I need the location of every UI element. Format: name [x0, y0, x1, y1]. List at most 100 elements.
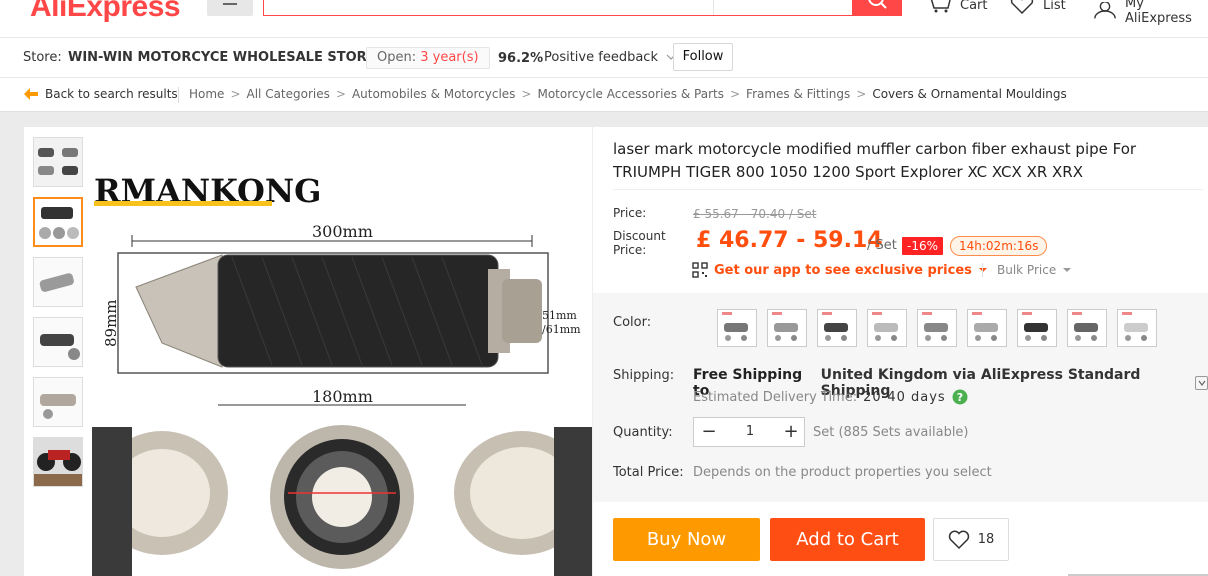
color-swatch-9[interactable] — [1117, 309, 1157, 347]
cart-label: Cart — [960, 0, 988, 13]
color-swatch-6[interactable] — [967, 309, 1007, 347]
thumbnail-1[interactable] — [33, 137, 83, 187]
breadcrumb-separator: > — [856, 87, 867, 101]
discount-price: £ 46.77 - 59.14 — [696, 228, 883, 253]
total-price-value: Depends on the product properties you se… — [693, 465, 992, 480]
original-price: £ 55.67 - 70.40 / Set — [693, 207, 817, 221]
open-label: Open: — [377, 50, 417, 65]
app-promo-text: Get our app to see exclusive prices — [714, 262, 972, 278]
chevron-down-icon — [1198, 380, 1206, 386]
buy-now-button[interactable]: Buy Now — [613, 518, 760, 561]
search-input[interactable] — [263, 0, 853, 16]
color-swatch-8[interactable] — [1067, 309, 1107, 347]
discount-label-1: Discount — [613, 229, 666, 243]
store-name-link[interactable]: WIN-WIN MOTORCYCE WHOLESALE STORE — [68, 50, 376, 65]
delivery-label: Estimated Delivery Time: — [693, 389, 858, 405]
breadcrumb-separator: > — [729, 87, 741, 101]
color-swatch-1[interactable] — [717, 309, 757, 347]
back-to-search-link[interactable]: Back to search results — [23, 87, 178, 101]
search-icon — [868, 0, 887, 9]
breadcrumb: Home > All Categories > Automobiles & Mo… — [189, 87, 1067, 101]
qr-code-icon — [692, 262, 708, 278]
wishlist-count: 18 — [977, 532, 995, 547]
shipping-dropdown[interactable] — [1194, 376, 1208, 390]
delivery-days: 20-40 days — [863, 389, 946, 405]
breadcrumb-all-categories[interactable]: All Categories — [247, 87, 330, 101]
feedback-percent: 96.2% — [498, 51, 544, 66]
svg-text:89mm: 89mm — [102, 299, 120, 347]
stock-availability: Set (885 Sets available) — [813, 425, 969, 440]
quantity-decrease-button[interactable]: − — [694, 418, 724, 446]
categories-menu-button[interactable] — [207, 0, 253, 16]
color-swatch-5[interactable] — [917, 309, 957, 347]
bulk-price-dropdown[interactable]: Bulk Price — [982, 263, 1072, 277]
title-divider — [613, 189, 1203, 190]
delivery-estimate: Estimated Delivery Time: 20-40 days ? — [693, 389, 968, 405]
header-wishlist-link[interactable]: List — [1009, 0, 1066, 14]
thumbnail-3[interactable] — [33, 257, 83, 307]
store-bar: Store: WIN-WIN MOTORCYCE WHOLESALE STORE… — [0, 38, 1208, 78]
quantity-input[interactable]: 1 — [724, 418, 776, 446]
bulk-divider — [982, 263, 983, 277]
bulk-price-label: Bulk Price — [997, 263, 1057, 277]
product-title: laser mark motorcycle modified muffler c… — [613, 140, 1137, 181]
aliexpress-logo[interactable]: AliExpress — [30, 0, 181, 24]
discount-badge: -16% — [902, 237, 944, 255]
color-label: Color: — [613, 315, 652, 330]
breadcrumb-bar: Back to search results Home > All Catego… — [0, 78, 1208, 112]
search-category-divider — [713, 0, 714, 15]
svg-text:?: ? — [956, 391, 962, 404]
product-main-image[interactable]: RMANKONG 300mm 89mm 51mm /61mm 180mm — [92, 157, 592, 576]
header-account-link[interactable]: My AliExpress — [1093, 0, 1208, 26]
thumbnail-4[interactable] — [33, 317, 83, 367]
account-label: My AliExpress — [1125, 0, 1192, 26]
heart-icon — [948, 530, 969, 549]
feedback-label: Positive feedback — [544, 50, 658, 65]
heart-icon — [1010, 0, 1034, 14]
color-swatch-7[interactable] — [1017, 309, 1057, 347]
breadcrumb-home[interactable]: Home — [189, 87, 224, 101]
total-price-label: Total Price: — [613, 465, 684, 480]
breadcrumb-current[interactable]: Covers & Ornamental Mouldings — [872, 87, 1066, 101]
breadcrumb-separator: > — [230, 87, 241, 101]
svg-text:300mm: 300mm — [312, 222, 373, 241]
caret-down-icon — [1063, 268, 1072, 272]
cart-icon — [930, 0, 951, 13]
help-icon[interactable]: ? — [952, 389, 968, 405]
color-swatch-3[interactable] — [817, 309, 857, 347]
price-label: Price: — [613, 206, 647, 220]
app-promo-dropdown[interactable]: Get our app to see exclusive prices — [692, 262, 988, 278]
quantity-increase-button[interactable]: + — [776, 418, 806, 446]
store-label: Store: — [23, 50, 62, 65]
search-button[interactable] — [852, 0, 902, 16]
breadcrumb-separator: > — [335, 87, 346, 101]
user-icon — [1094, 2, 1116, 19]
open-years: 3 year(s) — [420, 50, 479, 65]
thumbnail-6[interactable] — [33, 437, 83, 487]
svg-text:/61mm: /61mm — [542, 323, 581, 336]
back-label: Back to search results — [45, 87, 178, 101]
store-open-badge: Open: 3 year(s) — [366, 47, 490, 69]
feedback-dropdown[interactable]: Positive feedback — [544, 50, 676, 65]
price-unit: / Set — [867, 238, 897, 253]
thumbnail-5[interactable] — [33, 377, 83, 427]
product-main: RMANKONG 300mm 89mm 51mm /61mm 180mm las… — [24, 127, 1208, 576]
breadcrumb-motorcycle-accessories[interactable]: Motorcycle Accessories & Parts — [537, 87, 724, 101]
quantity-stepper: − 1 + — [693, 417, 805, 447]
back-arrow-icon — [24, 88, 38, 100]
breadcrumb-frames-fittings[interactable]: Frames & Fittings — [746, 87, 850, 101]
add-to-cart-button[interactable]: Add to Cart — [770, 518, 925, 561]
follow-button[interactable]: Follow — [673, 43, 733, 71]
product-properties: Color: Shipping: Free Shipping to United… — [593, 293, 1208, 502]
svg-text:180mm: 180mm — [312, 387, 373, 406]
thumbnail-2[interactable] — [33, 197, 83, 247]
color-swatch-4[interactable] — [867, 309, 907, 347]
breadcrumb-separator: > — [521, 87, 532, 101]
header-cart-link[interactable]: Cart — [926, 0, 988, 14]
wishlist-label: List — [1043, 0, 1066, 13]
breadcrumb-automobiles[interactable]: Automobiles & Motorcycles — [352, 87, 515, 101]
svg-text:51mm: 51mm — [542, 309, 577, 322]
wishlist-button[interactable]: 18 — [933, 518, 1009, 561]
color-swatch-2[interactable] — [767, 309, 807, 347]
countdown-timer: 14h:02m:16s — [950, 236, 1048, 256]
